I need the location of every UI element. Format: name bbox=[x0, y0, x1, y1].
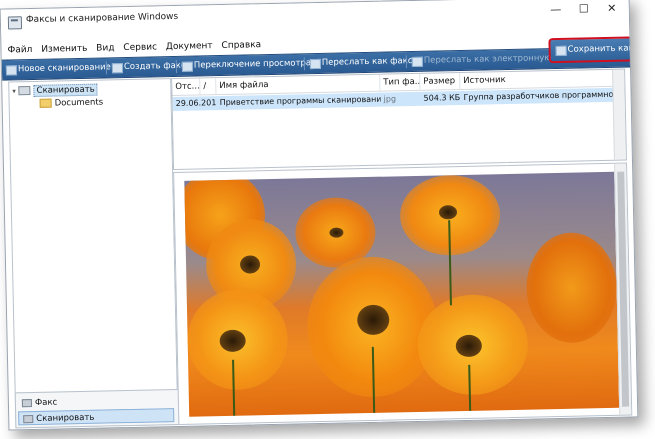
row-date: 29.06.201... bbox=[175, 97, 217, 108]
scanned-image-preview bbox=[184, 171, 620, 417]
new-scan-button[interactable]: Новое сканирование bbox=[4, 59, 111, 78]
title-bar: Факсы и сканирование Windows — ☐ ✕ bbox=[0, 0, 630, 36]
file-list-scrollbar[interactable] bbox=[612, 69, 626, 160]
maximize-button[interactable]: ☐ bbox=[569, 0, 599, 20]
row-source: Группа разработчиков программного ... bbox=[463, 89, 625, 102]
nav-scan-label: Сканировать bbox=[36, 412, 95, 424]
column-file-name[interactable]: Имя файла bbox=[216, 74, 381, 95]
menu-document[interactable]: Документ bbox=[166, 38, 213, 55]
forward-fax-button[interactable]: Переслать как факс bbox=[308, 53, 413, 72]
tree-item-scan[interactable]: ▾ Сканировать bbox=[12, 83, 98, 97]
folder-icon bbox=[39, 98, 52, 108]
folder-tree-pane: ▾ Сканировать Documents bbox=[8, 78, 179, 429]
scanner-icon bbox=[5, 65, 18, 76]
scanner-folder-icon bbox=[18, 86, 31, 96]
forward-fax-label: Переслать как факс bbox=[321, 56, 413, 68]
save-as-label: Сохранить как... bbox=[567, 43, 639, 55]
email-icon bbox=[411, 56, 423, 68]
fax-scan-app-icon bbox=[7, 16, 23, 30]
column-source[interactable]: Источник bbox=[460, 70, 624, 89]
forward-fax-icon bbox=[309, 58, 321, 70]
new-scan-label: Новое сканирование bbox=[17, 62, 111, 75]
expand-chevron-icon[interactable]: ▾ bbox=[12, 87, 16, 95]
column-date[interactable]: Отс... bbox=[172, 78, 201, 96]
column-file-type[interactable]: Тип фа... bbox=[380, 73, 421, 91]
row-file-type: jpg bbox=[383, 94, 397, 104]
save-as-highlight: Сохранить как... bbox=[548, 36, 638, 64]
file-list: Отс... / Имя файла Тип фа... Размер Исто… bbox=[171, 68, 627, 171]
column-size[interactable]: Размер bbox=[420, 73, 461, 90]
menu-edit[interactable]: Изменить bbox=[41, 41, 87, 58]
menu-file[interactable]: Файл bbox=[7, 42, 32, 59]
tree-item-scan-label: Сканировать bbox=[33, 83, 98, 97]
new-fax-button[interactable]: Создать факс bbox=[110, 58, 186, 77]
minimize-button[interactable]: — bbox=[541, 0, 571, 20]
scanner-icon bbox=[23, 414, 34, 423]
menu-help[interactable]: Справка bbox=[221, 37, 261, 54]
menu-tools[interactable]: Сервис bbox=[123, 39, 157, 56]
fax-icon bbox=[111, 63, 124, 74]
window-title: Факсы и сканирование Windows bbox=[25, 11, 179, 26]
view-switcher: Факс Сканировать bbox=[14, 388, 180, 429]
menu-view[interactable]: Вид bbox=[96, 40, 115, 56]
toggle-preview-button[interactable]: Переключение просмотра bbox=[180, 55, 312, 75]
preview-pane-icon bbox=[181, 61, 194, 72]
tree-item-documents[interactable]: Documents bbox=[39, 97, 104, 109]
flower bbox=[525, 231, 618, 344]
toggle-preview-label: Переключение просмотра bbox=[193, 58, 312, 71]
save-as-button[interactable]: Сохранить как... bbox=[553, 40, 638, 59]
row-size: 504.3 КБ bbox=[423, 93, 461, 103]
row-file-name: Приветствие программы сканирования bbox=[219, 94, 381, 108]
nav-fax-label: Факс bbox=[34, 397, 58, 408]
preview-pane bbox=[173, 162, 633, 425]
close-button[interactable]: ✕ bbox=[597, 0, 627, 19]
column-sort-indicator[interactable]: / bbox=[200, 78, 217, 95]
nav-scan[interactable]: Сканировать bbox=[18, 408, 175, 426]
app-window: Факсы и сканирование Windows — ☐ ✕ Файл … bbox=[0, 0, 639, 431]
preview-scrollbar-thumb[interactable] bbox=[617, 171, 630, 407]
tree-item-documents-label: Documents bbox=[54, 97, 104, 109]
save-icon bbox=[555, 45, 567, 57]
fax-icon bbox=[21, 398, 32, 407]
